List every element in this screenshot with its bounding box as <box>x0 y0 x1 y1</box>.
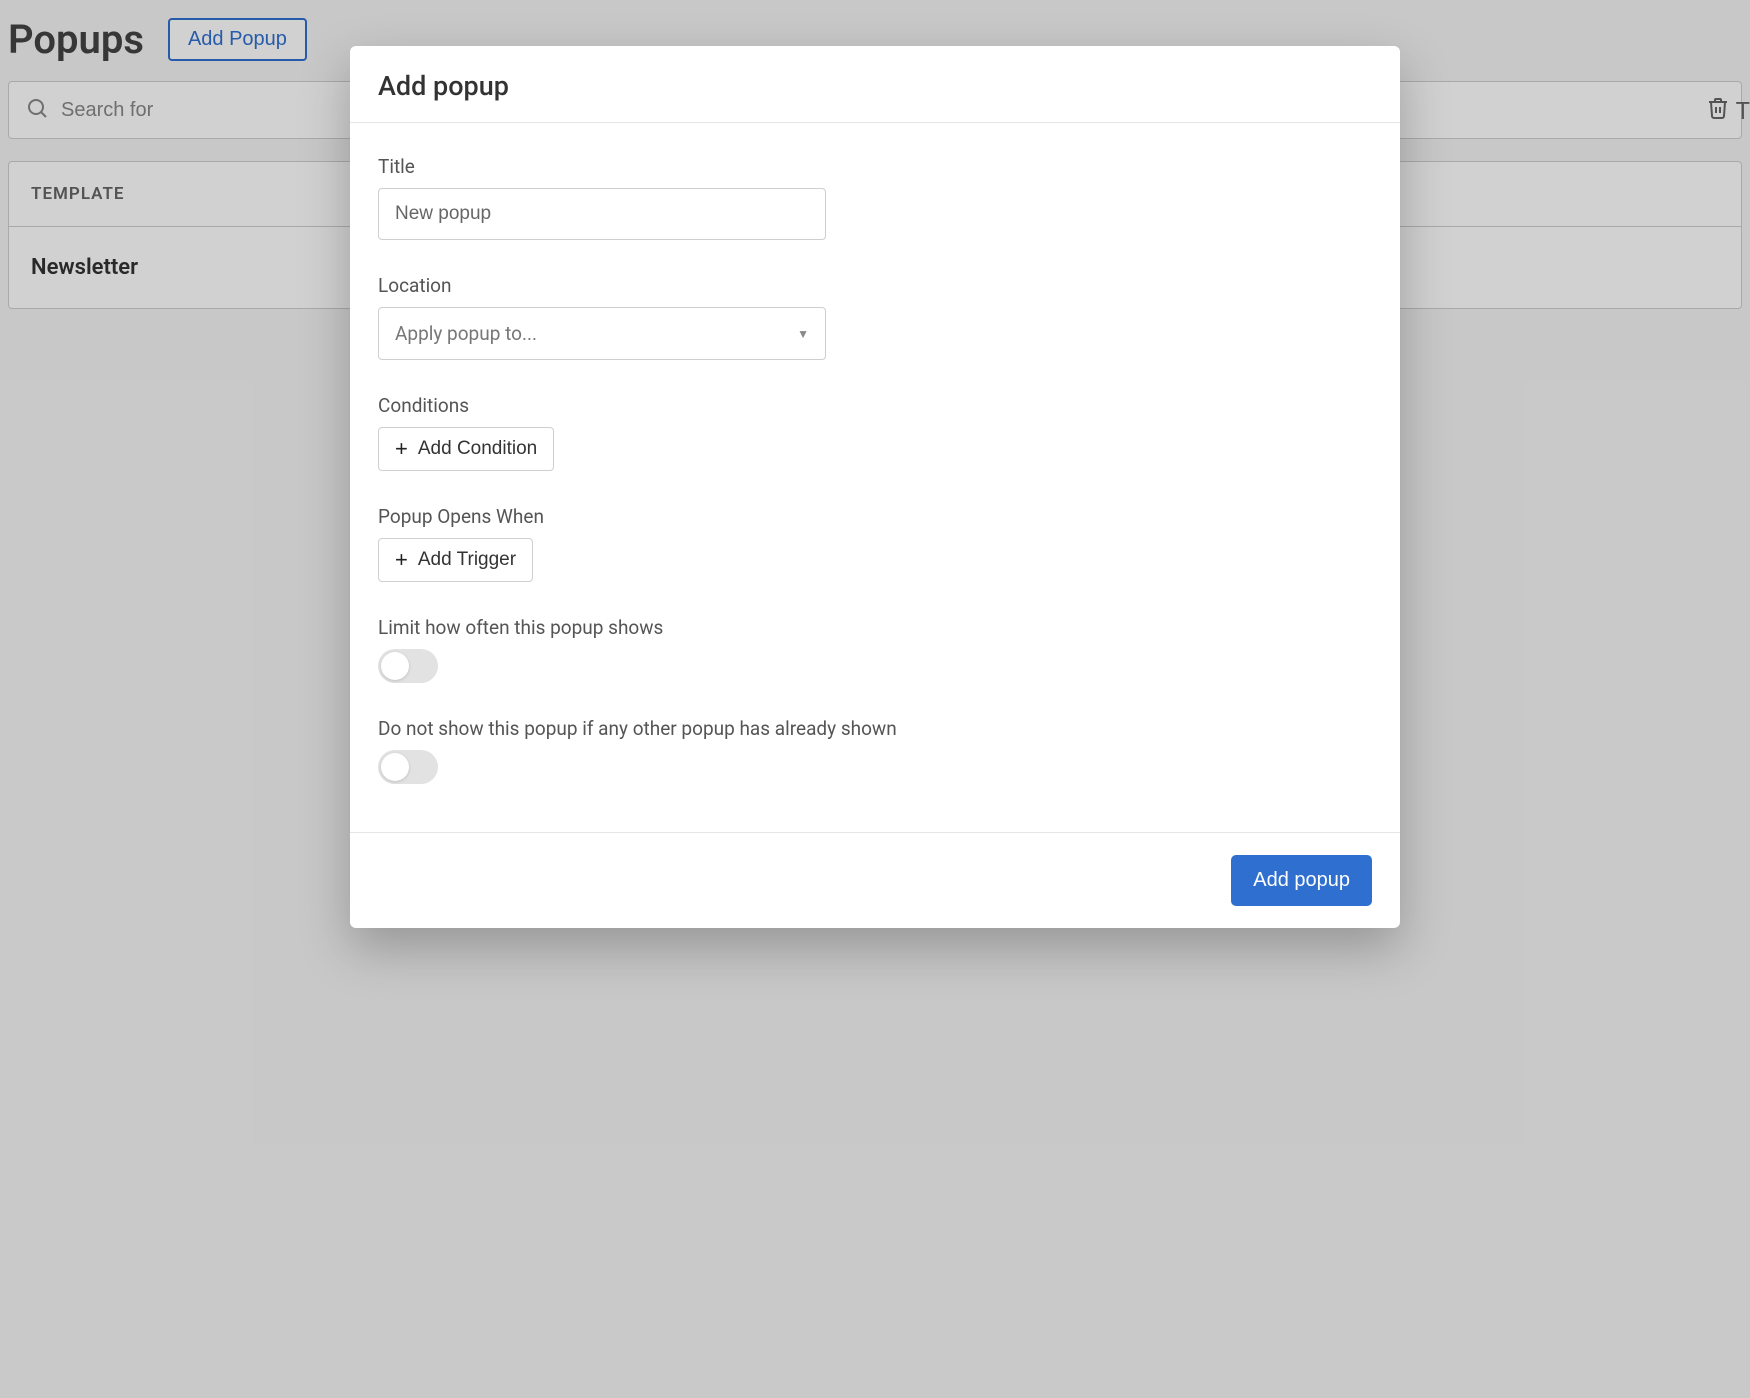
modal-body: Title Location Apply popup to... ▼ Condi… <box>350 123 1400 832</box>
field-location: Location Apply popup to... ▼ <box>378 274 1372 360</box>
title-input[interactable] <box>378 188 826 240</box>
submit-add-popup-button[interactable]: Add popup <box>1231 855 1372 906</box>
popup-opens-label: Popup Opens When <box>378 505 1372 528</box>
location-select[interactable]: Apply popup to... ▼ <box>378 307 826 360</box>
add-trigger-button[interactable]: + Add Trigger <box>378 538 533 582</box>
field-title: Title <box>378 155 1372 240</box>
limit-toggle[interactable] <box>378 649 438 683</box>
field-noshow: Do not show this popup if any other popu… <box>378 717 1372 784</box>
add-condition-button[interactable]: + Add Condition <box>378 427 554 471</box>
noshow-label: Do not show this popup if any other popu… <box>378 717 1372 740</box>
add-trigger-label: Add Trigger <box>418 549 516 571</box>
toggle-knob <box>381 753 409 781</box>
plus-icon: + <box>395 438 408 460</box>
toggle-knob <box>381 652 409 680</box>
add-condition-label: Add Condition <box>418 438 537 460</box>
field-limit: Limit how often this popup shows <box>378 616 1372 683</box>
location-label: Location <box>378 274 1372 297</box>
field-popup-opens: Popup Opens When + Add Trigger <box>378 505 1372 582</box>
limit-label: Limit how often this popup shows <box>378 616 1372 639</box>
noshow-toggle[interactable] <box>378 750 438 784</box>
modal-header: Add popup <box>350 46 1400 123</box>
title-label: Title <box>378 155 1372 178</box>
plus-icon: + <box>395 549 408 571</box>
conditions-label: Conditions <box>378 394 1372 417</box>
add-popup-modal: Add popup Title Location Apply popup to.… <box>350 46 1400 928</box>
location-placeholder: Apply popup to... <box>395 322 537 345</box>
modal-footer: Add popup <box>350 832 1400 928</box>
modal-overlay: Add popup Title Location Apply popup to.… <box>0 0 1750 1398</box>
modal-title: Add popup <box>378 70 1372 102</box>
field-conditions: Conditions + Add Condition <box>378 394 1372 471</box>
chevron-down-icon: ▼ <box>797 327 809 341</box>
